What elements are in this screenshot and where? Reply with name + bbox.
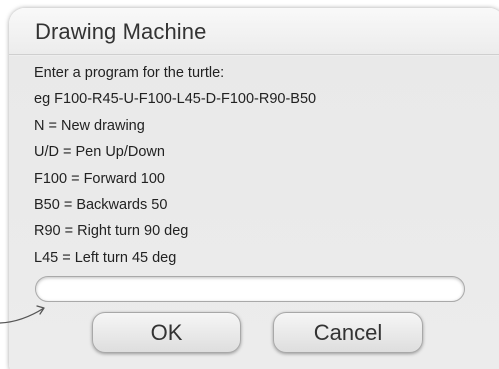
instruction-line: eg F100-R45-U-F100-L45-D-F100-R90-B50: [34, 91, 317, 108]
arrow-pointer-icon: [0, 305, 45, 324]
instruction-line: F100 = Forward 100: [34, 170, 165, 187]
dialog-title: Drawing Machine: [35, 19, 207, 44]
instruction-line: R90 = Right turn 90 deg: [34, 223, 189, 240]
drawing-machine-dialog: Drawing Machine Enter a program for the …: [9, 8, 499, 369]
screen: Drawing Machine Enter a program for the …: [0, 0, 499, 369]
program-input[interactable]: [35, 276, 465, 302]
dialog-titlebar: Drawing Machine: [9, 8, 499, 55]
cancel-button[interactable]: Cancel: [273, 312, 423, 353]
ok-button[interactable]: OK: [92, 312, 241, 353]
instruction-line: L45 = Left turn 45 deg: [34, 249, 177, 266]
instruction-line: Enter a program for the turtle:: [34, 65, 225, 81]
instruction-line: N = New drawing: [34, 117, 145, 134]
instruction-line: U/D = Pen Up/Down: [34, 144, 165, 161]
instructions: Enter a program for the turtle: eg F100-…: [34, 60, 316, 271]
instruction-line: B50 = Backwards 50: [34, 196, 168, 213]
